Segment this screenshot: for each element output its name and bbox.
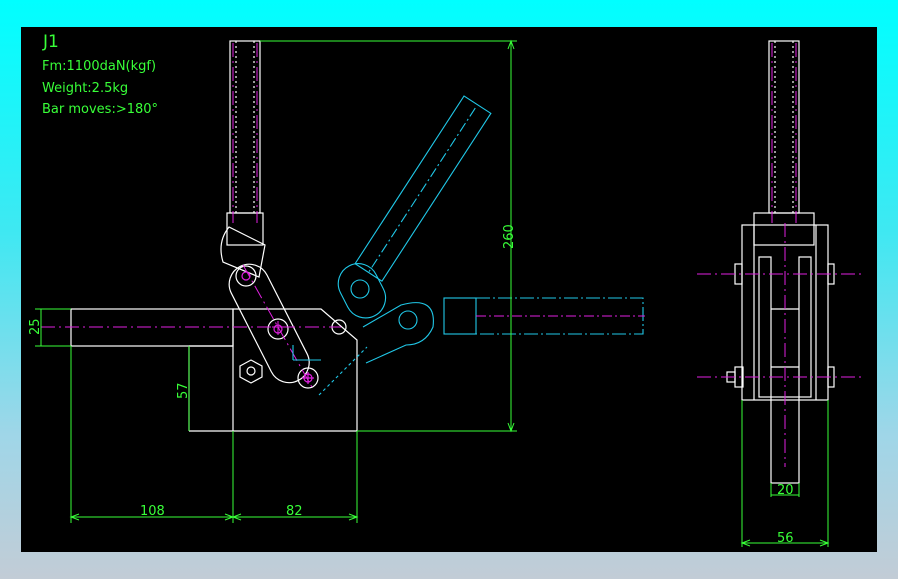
dim-overall-width: 56 <box>777 531 794 546</box>
spec-bar-travel: Bar moves:>180° <box>42 102 158 117</box>
open-bar-block <box>443 297 477 335</box>
open-position-phantom <box>292 95 644 396</box>
front-view-outline <box>726 40 835 484</box>
pivot-upper <box>235 265 257 287</box>
spec-force: Fm:1100daN(kgf) <box>42 59 156 74</box>
front-handle <box>768 40 800 214</box>
spec-weight: Weight:2.5kg <box>42 81 128 96</box>
toggle-clamp-drawing: J1 Fm:1100daN(kgf) Weight:2.5kg Bar move… <box>28 32 863 547</box>
cad-drawing-panel[interactable]: J1 Fm:1100daN(kgf) Weight:2.5kg Bar move… <box>21 27 877 552</box>
dim-base-width: 82 <box>286 504 303 519</box>
side-view-outline <box>70 40 358 432</box>
dim-bar-length: 108 <box>140 504 165 519</box>
dim-bar-diameter: 25 <box>28 318 43 335</box>
dim-base-height: 57 <box>176 382 191 399</box>
dim-overall-height: 260 <box>502 224 517 249</box>
drawing-title: J1 <box>42 32 59 52</box>
front-view-centerlines <box>697 43 863 467</box>
hex-nut <box>239 359 263 384</box>
dim-link-width: 20 <box>777 483 794 498</box>
handle-grip <box>229 40 261 214</box>
